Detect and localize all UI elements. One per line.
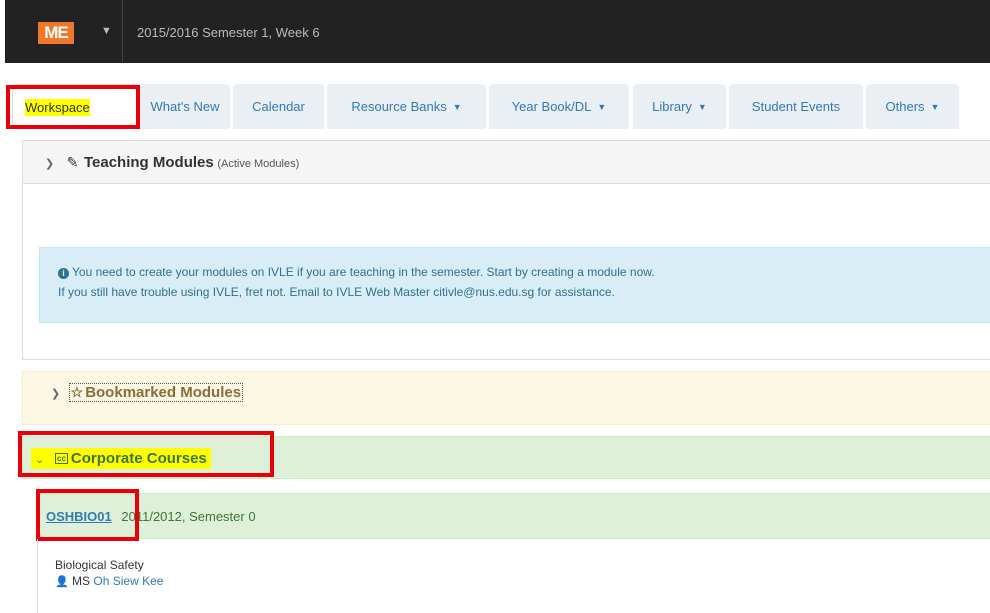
corporate-courses-panel[interactable]: ⌄ cc Corporate Courses [22,436,990,479]
tab-label: What's New [150,99,220,114]
lecturer-name-link[interactable]: Oh Siew Kee [93,574,163,588]
navbar-divider [122,0,123,63]
tab-label: Resource Banks [351,99,447,114]
alert-line-2: If you still have trouble using IVLE, fr… [58,285,615,299]
module-details: Biological Safety 👤 MS Oh Siew Kee [37,539,990,613]
edit-icon: ✎ [66,154,79,170]
bookmarked-modules-title: ☆ Bookmarked Modules [68,383,244,402]
tab-workspace[interactable]: Workspace [12,84,140,129]
corporate-courses-title: Corporate Courses [70,450,207,467]
caret-down-icon: ▼ [452,102,462,112]
teaching-modules-heading[interactable]: ❯ ✎ Teaching Modules (Active Modules) [23,141,990,184]
ivle-logo[interactable]: ME [38,22,74,44]
alert-line-1: You need to create your modules on IVLE … [72,265,655,279]
top-navbar: ME ▼ 2015/2016 Semester 1, Week 6 [5,0,990,63]
tab-label: Year Book/DL [511,99,592,114]
info-icon: i [58,268,69,279]
tab-library[interactable]: Library ▼ [633,84,726,129]
caret-down-icon: ▼ [597,102,607,112]
bookmarked-modules-panel[interactable]: ❯ ☆ Bookmarked Modules [22,371,990,425]
module-row: OSHBIO01 2011/2012, Semester 0 [37,493,990,539]
star-icon: ☆ [70,384,84,400]
tab-label: Others [885,99,925,114]
tab-others[interactable]: Others ▼ [866,84,959,129]
tab-label: Library [652,99,692,114]
lecturer-title: MS [72,574,91,588]
caret-down-icon: ▼ [930,102,940,112]
tab-label: Student Events [751,99,841,114]
user-icon: 👤 [55,576,69,588]
chevron-down-icon: ⌄ [35,454,45,466]
semester-label: 2015/2016 Semester 1, Week 6 [137,25,320,40]
module-code-link[interactable]: OSHBIO01 [46,509,112,524]
tab-whats-new[interactable]: What's New [140,84,230,129]
module-name: Biological Safety [55,558,144,572]
caret-down-icon[interactable]: ▼ [101,25,112,37]
teaching-modules-title: Teaching Modules [83,154,214,171]
tab-resource-banks[interactable]: Resource Banks ▼ [327,84,486,129]
tab-label: Calendar [252,99,305,114]
teaching-modules-subtitle: (Active Modules) [217,158,300,170]
closed-caption-icon: cc [55,453,68,464]
teaching-modules-panel: ❯ ✎ Teaching Modules (Active Modules) iY… [22,140,990,360]
tab-year-book[interactable]: Year Book/DL ▼ [489,84,629,129]
main-tabs: Workspace What's New Calendar Resource B… [0,84,990,129]
tab-calendar[interactable]: Calendar [233,84,324,129]
chevron-right-icon: ❯ [51,388,61,400]
caret-down-icon: ▼ [697,102,707,112]
info-alert: i You need to create your modules on IVLE… [39,247,990,323]
tab-student-events[interactable]: Student Events [729,84,863,129]
tab-label: Workspace [25,99,90,116]
module-term: 2011/2012, Semester 0 [121,509,256,524]
corporate-courses-heading: ⌄ cc Corporate Courses [31,448,211,469]
chevron-down-icon: ❯ [45,158,55,170]
